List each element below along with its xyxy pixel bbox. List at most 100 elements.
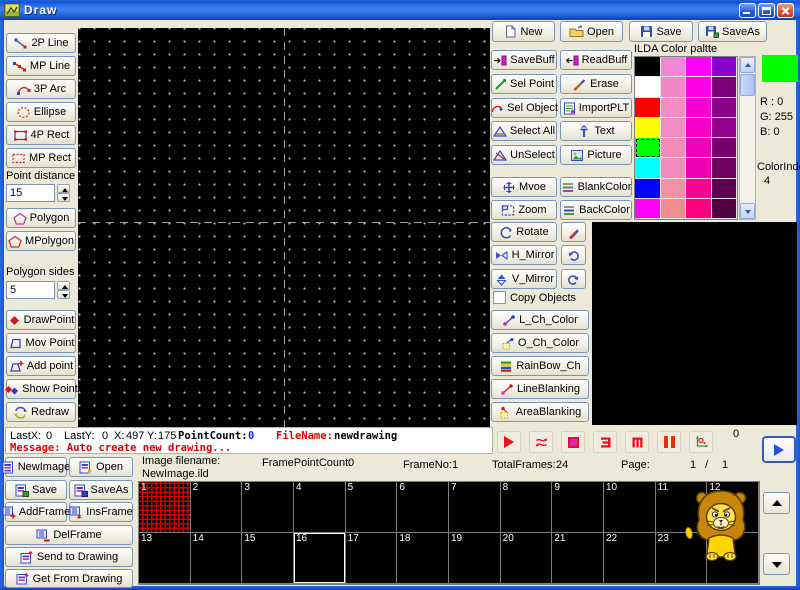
step-back-button[interactable] [593,431,617,453]
point-distance-spinner[interactable] [57,184,70,202]
title-bar[interactable]: Draw [0,0,800,20]
color-picker-button[interactable] [561,222,586,242]
step-forward-button[interactable] [625,431,649,453]
loop-button[interactable] [529,431,553,453]
move-button[interactable]: Mvoe [491,177,557,197]
image-open-button[interactable]: Open [69,457,133,477]
frame-cell-6[interactable]: 6 [397,482,449,533]
frame-cell-17[interactable]: 17 [346,533,398,584]
open-button[interactable]: Open [560,21,623,42]
frame-cell-16[interactable]: 16 [294,533,346,584]
select-all-button[interactable]: Select All [491,121,557,141]
animate-play-button[interactable] [762,436,796,463]
palette-color-cell[interactable] [686,118,712,138]
redo-button[interactable] [561,269,586,289]
delframe-button[interactable]: DelFrame [5,525,133,545]
palette-color-cell[interactable] [661,118,687,138]
erase-button[interactable]: Erase [560,74,632,94]
palette-color-cell[interactable] [635,57,661,77]
palette-scroll-up[interactable] [740,57,755,73]
frame-cell-21[interactable]: 21 [552,533,604,584]
mpolygon-button[interactable]: MPolygon [6,231,76,251]
polygon-sides-spinner[interactable] [57,281,70,299]
polygon-button[interactable]: Polygon [6,208,76,228]
importplt-button[interactable]: ImportPLT [560,98,632,118]
palette-color-cell[interactable] [686,138,712,158]
mov-point-button[interactable]: Mov Point [6,333,76,353]
palette-color-cell[interactable] [686,199,712,219]
new-button[interactable]: New [492,21,555,42]
v-mirror-button[interactable]: V_Mirror [491,269,557,289]
palette-color-cell[interactable] [686,158,712,178]
palette-scroll-thumb[interactable] [740,74,755,96]
blankcolor-button[interactable]: BlankColor [560,177,632,197]
redraw-button[interactable]: Redraw [6,402,76,422]
mp-line-button[interactable]: MP Line [6,56,76,76]
get-from-drawing-button[interactable]: Get From Drawing [5,569,133,588]
l-ch-color-button[interactable]: L_Ch_Color [491,310,589,330]
palette-color-cell[interactable] [635,199,661,219]
h-mirror-button[interactable]: H_Mirror [491,245,557,265]
insframe-button[interactable]: InsFrame [69,502,133,522]
palette-color-cell[interactable] [712,77,738,97]
rotate-button[interactable]: Rotate [491,222,557,242]
newimage-button[interactable]: NewImage [5,457,67,477]
timeline-scroll-down[interactable] [763,553,790,575]
maximize-button[interactable] [758,3,775,18]
rainbow-ch-button[interactable]: RainBow_Ch [491,356,589,376]
palette-color-cell[interactable] [686,77,712,97]
drawing-canvas[interactable] [78,28,490,428]
frame-cell-22[interactable]: 22 [604,533,656,584]
spin-down-icon[interactable] [57,193,70,202]
lineblanking-button[interactable]: LineBlanking [491,379,589,399]
frame-cell-10[interactable]: 10 [604,482,656,533]
savebuff-button[interactable]: SaveBuff [491,50,557,70]
sel-point-button[interactable]: Sel Point [491,74,557,94]
sel-object-button[interactable]: Sel Object [491,98,557,118]
undo-button[interactable] [561,245,586,265]
palette-color-cell[interactable] [712,57,738,77]
frame-cell-5[interactable]: 5 [346,482,398,533]
ilda-palette-grid[interactable] [634,56,738,220]
palette-color-cell[interactable] [712,158,738,178]
palette-color-cell[interactable] [635,158,661,178]
frame-cell-15[interactable]: 15 [242,533,294,584]
palette-color-cell[interactable] [661,138,687,158]
palette-color-cell[interactable] [712,118,738,138]
addframe-button[interactable]: AddFrame [5,502,67,522]
text-button[interactable]: Text [560,121,632,141]
palette-color-cell[interactable] [712,179,738,199]
2p-line-button[interactable]: 2P Line [6,33,76,53]
palette-color-cell[interactable] [635,77,661,97]
picture-button[interactable]: Picture [560,145,632,165]
palette-color-cell[interactable] [635,118,661,138]
minimize-button[interactable] [739,3,756,18]
frame-cell-8[interactable]: 8 [501,482,553,533]
palette-color-cell[interactable] [661,179,687,199]
spin-up-icon[interactable] [57,184,70,193]
palette-color-cell[interactable] [635,98,661,118]
palette-color-cell[interactable] [712,98,738,118]
palette-scroll-down[interactable] [740,203,755,219]
palette-color-cell[interactable] [661,98,687,118]
unselect-button[interactable]: UnSelect [491,145,557,165]
frame-cell-14[interactable]: 14 [191,533,243,584]
palette-color-cell[interactable] [712,138,738,158]
areablanking-button[interactable]: AreaBlanking [491,402,589,422]
frame-cell-20[interactable]: 20 [501,533,553,584]
polygon-sides-input[interactable]: 5 [6,281,55,299]
image-saveas-button[interactable]: SaveAs [69,480,133,500]
palette-color-cell[interactable] [686,57,712,77]
3p-arc-button[interactable]: 3P Arc [6,79,76,99]
drawpoint-button[interactable]: DrawPoint [6,310,76,330]
frame-cell-4[interactable]: 4 [294,482,346,533]
frame-timeline[interactable]: 123456789101112131415161718192021222324 [138,481,760,585]
timeline-scroll-up[interactable] [763,492,790,514]
frame-cell-13[interactable]: 13 [139,533,191,584]
palette-color-cell[interactable] [661,199,687,219]
frame-cell-7[interactable]: 7 [449,482,501,533]
stop-button[interactable] [561,431,585,453]
readbuff-button[interactable]: ReadBuff [560,50,632,70]
4p-rect-button[interactable]: 4P Rect [6,125,76,145]
point-distance-input[interactable]: 15 [6,184,55,202]
